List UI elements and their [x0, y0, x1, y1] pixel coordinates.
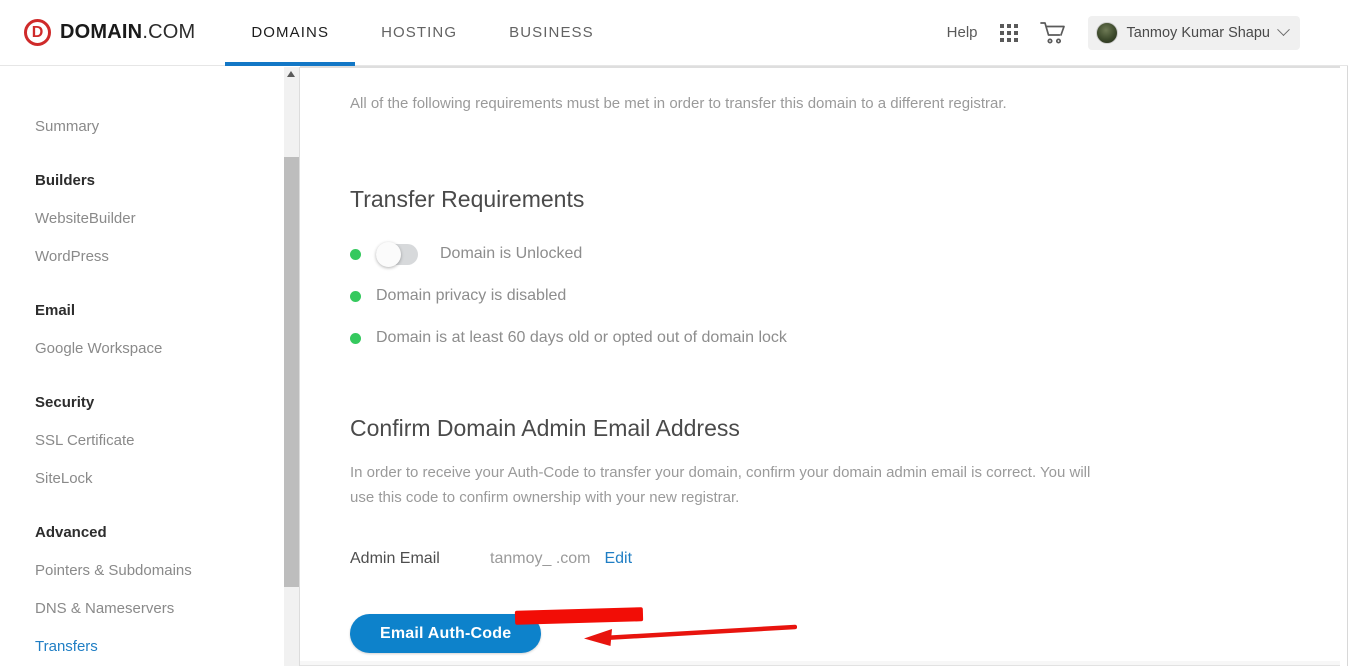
- grid-dot: [1013, 37, 1018, 42]
- sidebar-nav-list: Summary Builders WebsiteBuilder WordPres…: [0, 67, 284, 666]
- sidebar-item-label: DNS & Nameservers: [35, 599, 175, 617]
- nav-tab-domains[interactable]: DOMAINS: [225, 0, 355, 66]
- email-auth-code-button[interactable]: Email Auth-Code: [350, 614, 542, 653]
- sidebar-heading-security: Security: [0, 383, 284, 421]
- grid-dot: [999, 23, 1004, 28]
- nav-tab-business[interactable]: BUSINESS: [483, 0, 620, 66]
- admin-email-label: Admin Email: [350, 550, 440, 567]
- help-link[interactable]: Help: [947, 24, 978, 41]
- grid-dot: [999, 30, 1004, 35]
- grid-dot: [1006, 30, 1011, 35]
- user-avatar: [1095, 21, 1118, 44]
- logo-light-text: .COM: [142, 21, 196, 43]
- sidebar-heading-label: Email: [35, 301, 76, 319]
- grid-dot: [1013, 30, 1018, 35]
- primary-nav: DOMAINS HOSTING BUSINESS: [225, 0, 619, 66]
- top-navigation-bar: D DOMAIN.COM DOMAINS HOSTING BUSINESS He…: [0, 0, 1348, 66]
- content-top-divider: [300, 66, 1340, 68]
- scroll-up-arrow-icon[interactable]: [287, 71, 295, 77]
- admin-email-value: tanmoy_ .com: [490, 550, 591, 567]
- logo-letter: D: [31, 23, 44, 41]
- sidebar-item-google-workspace[interactable]: Google Workspace: [0, 329, 284, 367]
- sidebar-scrollbar[interactable]: [284, 67, 299, 666]
- sidebar-item-websitebuilder[interactable]: WebsiteBuilder: [0, 199, 284, 237]
- sidebar-item-label: Google Workspace: [35, 339, 163, 357]
- sidebar-item-label: WordPress: [35, 247, 109, 265]
- nav-tab-hosting[interactable]: HOSTING: [355, 0, 483, 66]
- requirement-label: Domain privacy is disabled: [376, 287, 567, 304]
- browser-viewport: D DOMAIN.COM DOMAINS HOSTING BUSINESS He…: [0, 0, 1348, 666]
- sidebar-item-label: Transfers: [35, 637, 98, 655]
- sidebar-heading-builders: Builders: [0, 161, 284, 199]
- main-content: All of the following requirements must b…: [300, 67, 1340, 666]
- confirm-admin-email-title: Confirm Domain Admin Email Address: [350, 415, 740, 441]
- sidebar-item-transfers[interactable]: Transfers: [0, 627, 284, 665]
- auth-code-action-row: Email Auth-Code: [350, 614, 1340, 653]
- sidebar-heading-advanced: Advanced: [0, 513, 284, 551]
- sidebar-item-label: Summary: [35, 117, 100, 135]
- status-dot-met: [350, 248, 361, 260]
- sidebar-item-sitelock[interactable]: SiteLock: [0, 459, 284, 497]
- requirement-row-domain-age: Domain is at least 60 days old or opted …: [350, 317, 1340, 359]
- status-dot-met: [350, 290, 361, 302]
- sidebar-item-wordpress[interactable]: WordPress: [0, 237, 284, 275]
- transfer-requirements-list: Domain is Unlocked Domain privacy is dis…: [350, 233, 1340, 359]
- sidebar-item-pointers-subdomains[interactable]: Pointers & Subdomains: [0, 551, 284, 589]
- top-bar-actions: Help Tanmoy Kumar Shapu: [947, 15, 1300, 50]
- user-name-label: Tanmoy Kumar Shapu: [1126, 24, 1270, 41]
- status-dot-met: [350, 332, 361, 344]
- grid-apps-icon[interactable]: [999, 23, 1018, 42]
- sidebar-item-ssl-certificate[interactable]: SSL Certificate: [0, 421, 284, 459]
- sidebar-item-summary[interactable]: Summary: [0, 107, 284, 145]
- requirement-row-domain-unlocked: Domain is Unlocked: [350, 233, 1340, 275]
- annotation-arrow-to-auth-button: [582, 624, 798, 646]
- requirement-label: Domain is at least 60 days old or opted …: [376, 329, 787, 346]
- logo-wordmark: DOMAIN.COM: [60, 21, 195, 44]
- site-logo[interactable]: D DOMAIN.COM: [24, 19, 195, 46]
- grid-dot: [1006, 37, 1011, 42]
- shopping-cart-icon[interactable]: [1039, 21, 1066, 45]
- nav-tab-domains-label: DOMAINS: [251, 24, 330, 41]
- requirement-row-domain-privacy: Domain privacy is disabled: [350, 275, 1340, 317]
- transfer-requirements-title: Transfer Requirements: [350, 186, 585, 212]
- requirement-label: Domain is Unlocked: [440, 245, 583, 262]
- chevron-down-icon: [1277, 23, 1290, 37]
- sidebar-heading-label: Security: [35, 393, 95, 411]
- sidebar-scrollbar-thumb[interactable]: [284, 157, 299, 587]
- toggle-knob: [376, 241, 401, 267]
- grid-dot: [1013, 23, 1018, 28]
- intro-paragraph: All of the following requirements must b…: [350, 95, 1007, 112]
- sidebar-heading-label: Advanced: [35, 523, 107, 541]
- logo-bold-text: DOMAIN: [60, 21, 143, 43]
- sidebar-item-dns-nameservers[interactable]: DNS & Nameservers: [0, 589, 284, 627]
- admin-email-row: Admin Email tanmoy_ .com Edit: [350, 550, 1340, 568]
- nav-tab-hosting-label: HOSTING: [381, 24, 458, 41]
- nav-tab-business-label: BUSINESS: [509, 24, 594, 41]
- sidebar-item-label: Pointers & Subdomains: [35, 561, 192, 579]
- domain-lock-toggle[interactable]: [376, 241, 418, 267]
- confirm-admin-email-body: In order to receive your Auth-Code to tr…: [350, 464, 1091, 506]
- edit-admin-email-link[interactable]: Edit: [604, 550, 632, 568]
- grid-dot: [1006, 23, 1011, 28]
- domain-logo-icon: D: [24, 19, 51, 46]
- sidebar-item-label: WebsiteBuilder: [35, 209, 136, 227]
- sidebar-item-label: SiteLock: [35, 469, 93, 487]
- sidebar-item-label: SSL Certificate: [35, 431, 135, 449]
- user-menu-button[interactable]: Tanmoy Kumar Shapu: [1087, 15, 1300, 50]
- left-sidebar: Summary Builders WebsiteBuilder WordPres…: [0, 67, 284, 666]
- sidebar-heading-email: Email: [0, 291, 284, 329]
- grid-dot: [999, 37, 1004, 42]
- sidebar-heading-label: Builders: [35, 171, 96, 189]
